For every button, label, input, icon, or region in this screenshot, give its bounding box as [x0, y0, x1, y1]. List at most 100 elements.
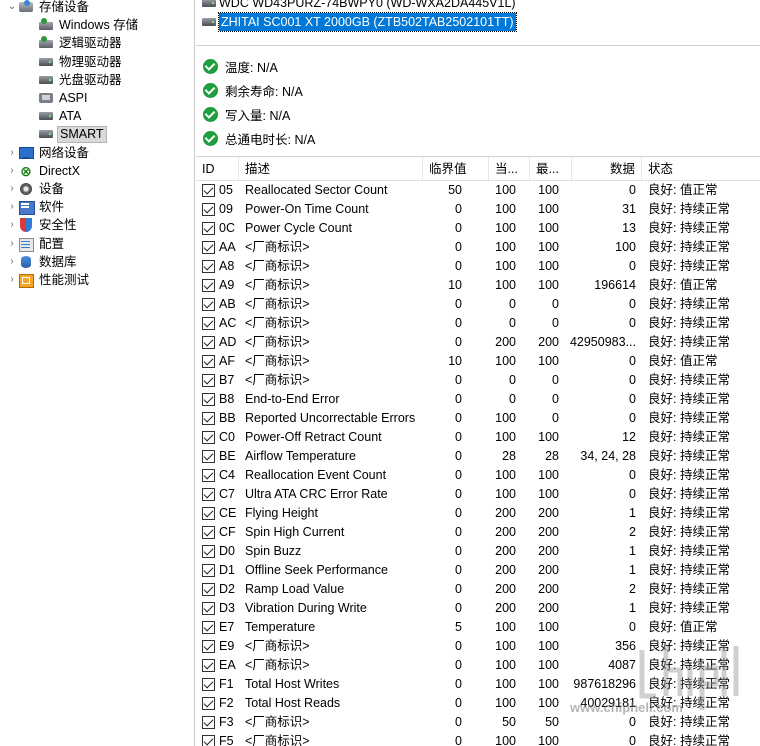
row-checkbox[interactable]: [202, 583, 215, 596]
tree-expander-icon[interactable]: ›: [6, 271, 18, 289]
column-header-worst[interactable]: 最...: [530, 157, 572, 181]
row-checkbox[interactable]: [202, 545, 215, 558]
table-row[interactable]: A9 <厂商标识> 10 100 100 196614 良好: 值正常: [196, 276, 760, 295]
table-row[interactable]: 05 Reallocated Sector Count 50 100 100 0 良好: 值…: [196, 181, 760, 200]
device-item-1[interactable]: ZHITAI SC001 XT 2000GB (ZTB502TAB2502101…: [202, 12, 517, 32]
row-checkbox[interactable]: [202, 393, 215, 406]
tree-item-2[interactable]: 逻辑驱动器: [26, 34, 124, 52]
row-checkbox[interactable]: [202, 735, 215, 746]
tree-item-3[interactable]: 物理驱动器: [26, 53, 124, 71]
attribute-worst: 200: [538, 506, 559, 520]
table-row[interactable]: AA <厂商标识> 0 100 100 100 良好: 持续正常: [196, 238, 760, 257]
row-checkbox[interactable]: [202, 507, 215, 520]
row-checkbox[interactable]: [202, 260, 215, 273]
row-checkbox[interactable]: [202, 279, 215, 292]
device-item-0[interactable]: WDC WD43PURZ-74BWPY0 (WD-WXA2DA445V1L): [202, 0, 516, 12]
row-checkbox[interactable]: [202, 222, 215, 235]
table-row[interactable]: D0 Spin Buzz 0 200 200 1 良好: 持续正常: [196, 542, 760, 561]
column-header-id[interactable]: ID: [196, 157, 239, 181]
table-row[interactable]: BB Reported Uncorrectable Errors 0 100 0 0 良好:…: [196, 409, 760, 428]
tree-expander-icon[interactable]: ›: [6, 216, 18, 234]
table-row[interactable]: C0 Power-Off Retract Count 0 100 100 12 良好: 持续…: [196, 428, 760, 447]
table-row[interactable]: A8 <厂商标识> 0 100 100 0 良好: 持续正常: [196, 257, 760, 276]
tree-item-7[interactable]: SMART: [26, 125, 107, 143]
row-checkbox[interactable]: [202, 431, 215, 444]
tree-item-4[interactable]: 光盘驱动器: [26, 71, 124, 89]
table-row[interactable]: D2 Ramp Load Value 0 200 200 2 良好: 持续正常: [196, 580, 760, 599]
row-checkbox[interactable]: [202, 621, 215, 634]
attribute-description: Flying Height: [245, 506, 318, 520]
table-row[interactable]: D3 Vibration During Write 0 200 200 1 良好: 持续正常: [196, 599, 760, 618]
row-checkbox[interactable]: [202, 184, 215, 197]
row-checkbox[interactable]: [202, 697, 215, 710]
tree-item-15[interactable]: › 性能测试: [6, 271, 91, 289]
table-row[interactable]: E7 Temperature 5 100 100 0 良好: 值正常: [196, 618, 760, 637]
table-row[interactable]: C7 Ultra ATA CRC Error Rate 0 100 100 0 良好: 持续…: [196, 485, 760, 504]
attribute-description: <厂商标识>: [245, 316, 310, 330]
tree-item-9[interactable]: › ⊗ DirectX: [6, 162, 82, 180]
row-checkbox[interactable]: [202, 716, 215, 729]
row-checkbox[interactable]: [202, 336, 215, 349]
row-checkbox[interactable]: [202, 450, 215, 463]
attribute-data: 0: [629, 392, 636, 406]
row-checkbox[interactable]: [202, 298, 215, 311]
table-row[interactable]: AB <厂商标识> 0 0 0 0 良好: 持续正常: [196, 295, 760, 314]
attribute-status: 良好: 持续正常: [648, 468, 730, 482]
column-header-status[interactable]: 状态: [642, 157, 760, 181]
tree-expander-icon[interactable]: ›: [6, 162, 18, 180]
column-header-threshold[interactable]: 临界值: [423, 157, 489, 181]
row-checkbox[interactable]: [202, 317, 215, 330]
tree-item-14[interactable]: › 数据库: [6, 253, 79, 271]
tree-expander-icon[interactable]: ⌄: [6, 0, 18, 16]
tree-item-5[interactable]: ASPI: [26, 89, 90, 107]
row-checkbox[interactable]: [202, 203, 215, 216]
table-row[interactable]: D1 Offline Seek Performance 0 200 200 1 良好: 持续…: [196, 561, 760, 580]
row-checkbox[interactable]: [202, 678, 215, 691]
row-checkbox[interactable]: [202, 640, 215, 653]
row-checkbox[interactable]: [202, 412, 215, 425]
tree-item-8[interactable]: › 网络设备: [6, 144, 91, 162]
row-checkbox[interactable]: [202, 374, 215, 387]
tree-item-0[interactable]: ⌄ 存储设备: [6, 0, 91, 16]
tree-expander-icon[interactable]: ›: [6, 253, 18, 271]
attribute-description: <厂商标识>: [245, 278, 310, 292]
table-row[interactable]: AC <厂商标识> 0 0 0 0 良好: 持续正常: [196, 314, 760, 333]
column-header-data[interactable]: 数据: [572, 157, 642, 181]
tree-expander-icon[interactable]: ›: [6, 198, 18, 216]
tree-item-13[interactable]: › 配置: [6, 235, 66, 253]
table-row[interactable]: 0C Power Cycle Count 0 100 100 13 良好: 持续正常: [196, 219, 760, 238]
table-row[interactable]: BE Airflow Temperature 0 28 28 34, 24, 28 良好: …: [196, 447, 760, 466]
table-row[interactable]: B8 End-to-End Error 0 0 0 0 良好: 持续正常: [196, 390, 760, 409]
table-row[interactable]: CE Flying Height 0 200 200 1 良好: 持续正常: [196, 504, 760, 523]
table-row[interactable]: AF <厂商标识> 10 100 100 0 良好: 值正常: [196, 352, 760, 371]
tree-item-11[interactable]: › 软件: [6, 198, 66, 216]
tree-item-12[interactable]: › 安全性: [6, 216, 79, 234]
table-row[interactable]: C4 Reallocation Event Count 0 100 100 0 良好: 持续…: [196, 466, 760, 485]
attribute-description: Temperature: [245, 620, 316, 634]
column-header-current[interactable]: 当...: [489, 157, 530, 181]
attribute-threshold: 0: [455, 373, 462, 387]
tree-item-10[interactable]: › 设备: [6, 180, 66, 198]
row-checkbox[interactable]: [202, 526, 215, 539]
row-checkbox[interactable]: [202, 241, 215, 254]
table-row[interactable]: 09 Power-On Time Count 0 100 100 31 良好: 持续正常: [196, 200, 760, 219]
row-checkbox[interactable]: [202, 488, 215, 501]
panel-divider[interactable]: [194, 0, 195, 746]
tree-expander-icon[interactable]: ›: [6, 235, 18, 253]
ok-check-icon: [203, 58, 218, 74]
row-checkbox[interactable]: [202, 602, 215, 615]
tree-expander-icon[interactable]: ›: [6, 180, 18, 198]
tree-item-6[interactable]: ATA: [26, 107, 83, 125]
table-row[interactable]: B7 <厂商标识> 0 0 0 0 良好: 持续正常: [196, 371, 760, 390]
row-checkbox[interactable]: [202, 564, 215, 577]
row-checkbox[interactable]: [202, 355, 215, 368]
column-header-description[interactable]: 描述: [239, 157, 423, 181]
tree-item-1[interactable]: Windows 存储: [26, 16, 140, 34]
table-row[interactable]: F5 <厂商标识> 0 100 100 0 良好: 持续正常: [196, 732, 760, 746]
tree-expander-icon[interactable]: ›: [6, 144, 18, 162]
row-checkbox[interactable]: [202, 659, 215, 672]
row-checkbox[interactable]: [202, 469, 215, 482]
table-row[interactable]: AD <厂商标识> 0 200 200 42950983... 良好: 持续正常: [196, 333, 760, 352]
attribute-worst: 28: [545, 449, 559, 463]
table-row[interactable]: CF Spin High Current 0 200 200 2 良好: 持续正常: [196, 523, 760, 542]
